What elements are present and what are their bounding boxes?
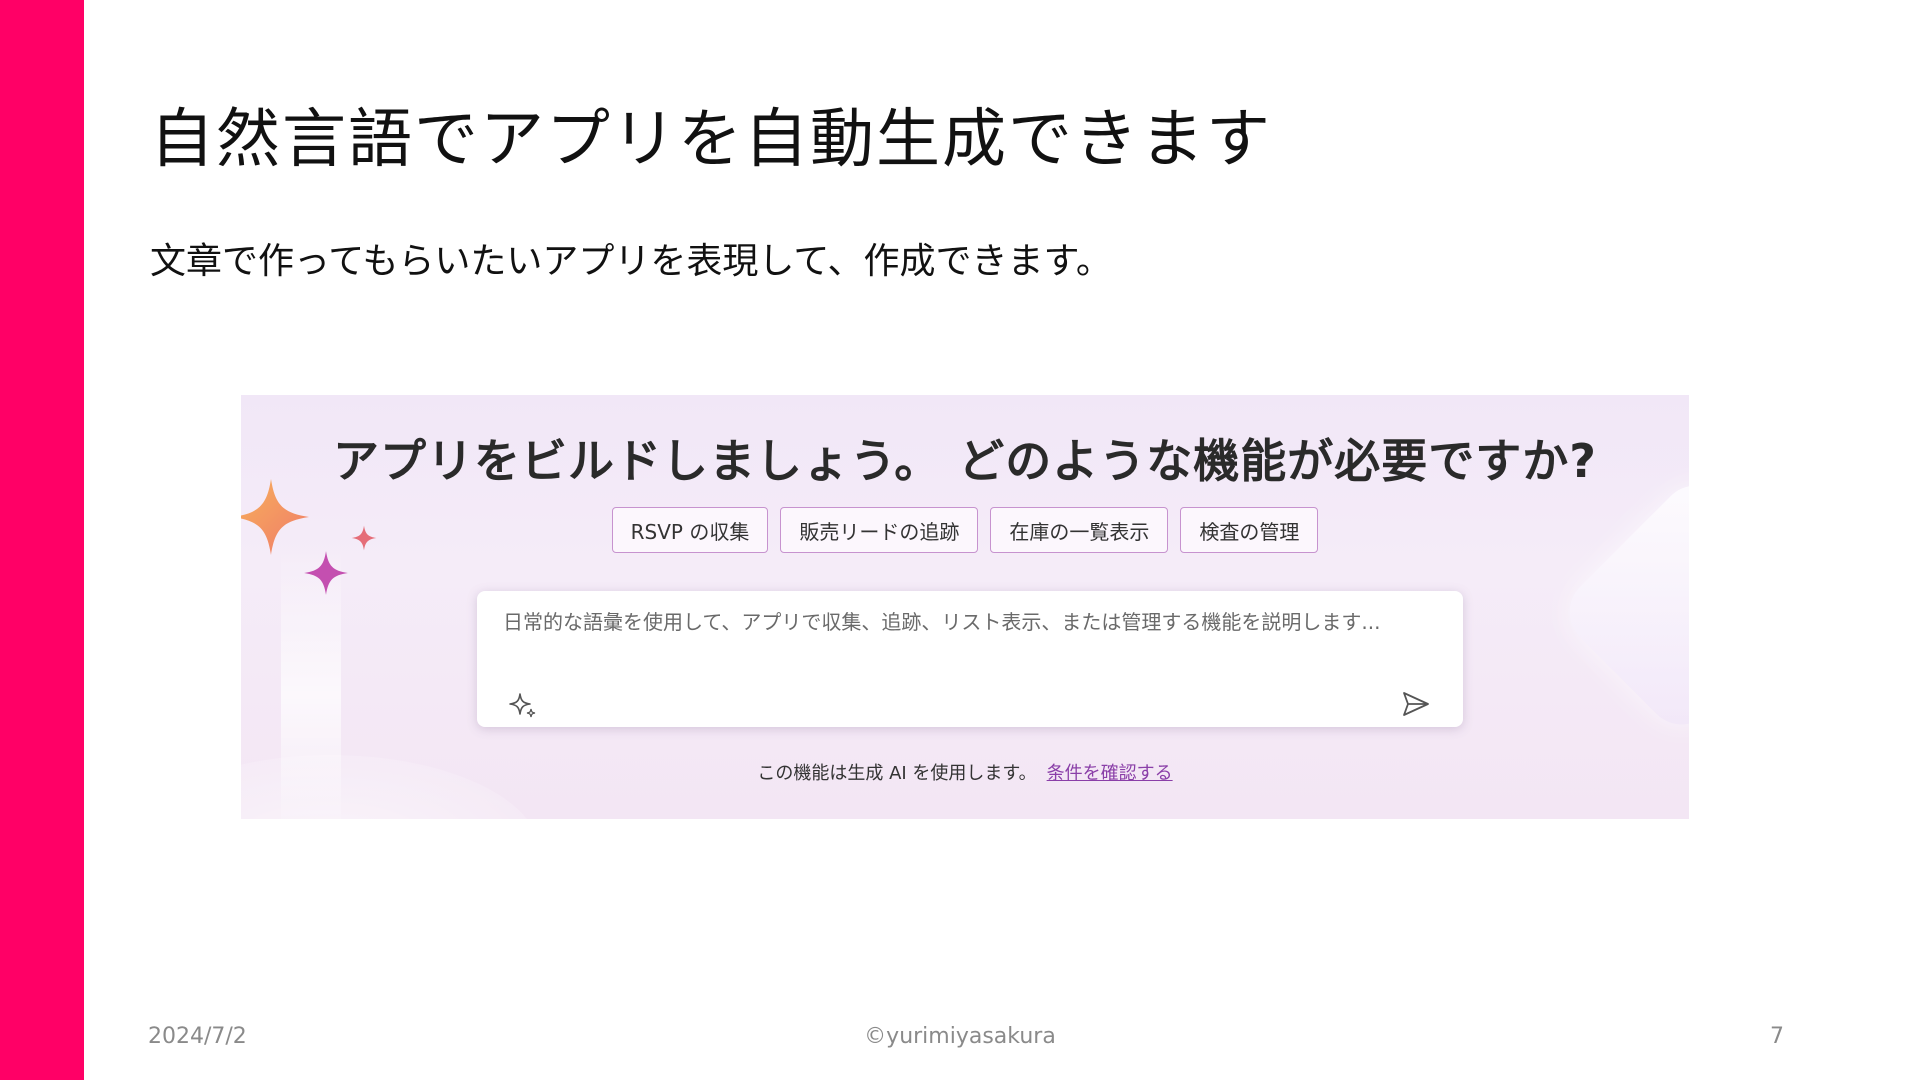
suggestion-chips: RSVP の収集 販売リードの追跡 在庫の一覧表示 検査の管理 (241, 507, 1689, 553)
footer-copyright: ©yurimiyasakura (864, 1024, 1056, 1049)
prompt-box (477, 591, 1463, 727)
page-number: 7 (1770, 1024, 1784, 1049)
terms-link[interactable]: 条件を確認する (1047, 763, 1173, 784)
slide-title: 自然言語でアプリを自動生成できます (150, 103, 1272, 177)
slide-subtitle: 文章で作ってもらいたいアプリを表現して、作成できます。 (150, 241, 1112, 282)
magenta-star-icon (304, 551, 348, 595)
chip-sales-leads[interactable]: 販売リードの追跡 (780, 507, 979, 553)
sparkle-icon[interactable] (509, 691, 537, 719)
app-builder-screenshot: アプリをビルドしましょう。 どのような機能が必要ですか? RSVP の収集 販売… (241, 395, 1689, 819)
builder-headline: アプリをビルドしましょう。 どのような機能が必要ですか? (333, 434, 1597, 488)
send-icon[interactable] (1401, 689, 1431, 719)
chip-rsvp[interactable]: RSVP の収集 (611, 507, 769, 553)
ai-disclaimer: この機能は生成 AI を使用します。 条件を確認する (241, 759, 1689, 785)
prompt-input[interactable] (501, 609, 1425, 635)
accent-bar (0, 0, 84, 1080)
disclaimer-text: この機能は生成 AI を使用します。 (757, 763, 1037, 784)
chip-inspection[interactable]: 検査の管理 (1180, 507, 1319, 553)
chip-inventory[interactable]: 在庫の一覧表示 (990, 507, 1169, 553)
